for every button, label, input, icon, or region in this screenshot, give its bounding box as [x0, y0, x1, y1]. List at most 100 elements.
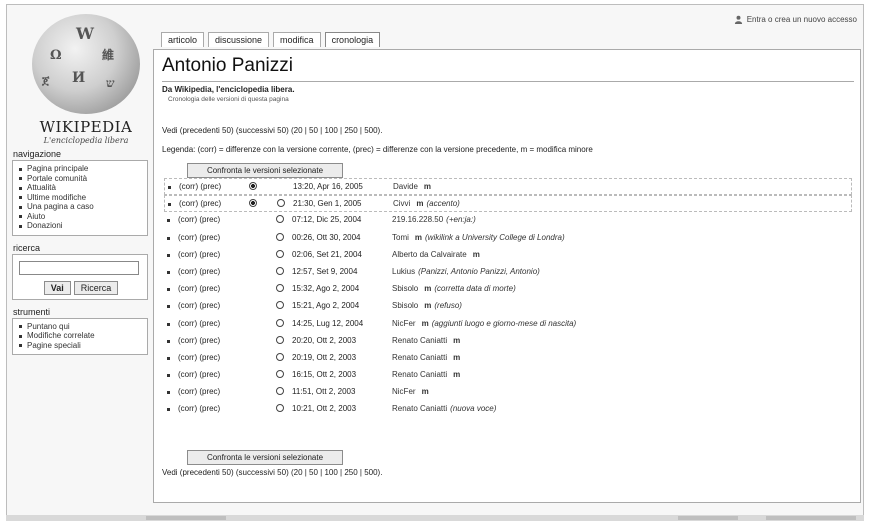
content-area: Antonio Panizzi Da Wikipedia, l'enciclop… — [153, 49, 861, 503]
user-link[interactable]: 219.16.228.50 — [392, 215, 443, 224]
wikipedia-logo[interactable]: W Ω 維 И ጀ ש WIKIPEDIA L'enciclopedia lib… — [12, 6, 160, 146]
revision-date-link[interactable]: 11:51, Ott 2, 2003 — [292, 387, 355, 396]
new-version-radio[interactable] — [276, 266, 284, 275]
sidebar-item-puntano-qui[interactable]: Puntano qui — [19, 322, 143, 332]
logo-glyph: Ω — [50, 48, 62, 63]
tab-discussione[interactable]: discussione — [208, 32, 270, 47]
revision-date-link[interactable]: 20:19, Ott 2, 2003 — [292, 353, 356, 362]
user-link[interactable]: NicFer — [392, 319, 416, 328]
sidebar-item-aiuto[interactable]: Aiuto — [19, 212, 143, 222]
logo-glyph: ጀ — [42, 74, 50, 87]
diff-links[interactable]: (corr) (prec) — [178, 284, 220, 293]
revision-date-link[interactable]: 20:20, Ott 2, 2003 — [292, 336, 356, 345]
new-version-radio[interactable] — [276, 215, 284, 224]
horizontal-scrollbar[interactable] — [6, 515, 864, 521]
revision-user: Davide m — [393, 182, 431, 191]
new-version-radio[interactable] — [277, 199, 285, 208]
new-version-radio[interactable] — [276, 301, 284, 310]
diff-links[interactable]: (corr) (prec) — [178, 336, 220, 345]
revision-date-link[interactable]: 12:57, Set 9, 2004 — [292, 267, 357, 276]
user-link[interactable]: Sbisolo — [392, 284, 418, 293]
old-version-radio[interactable] — [249, 199, 257, 208]
bullet-icon — [167, 374, 170, 378]
revision-user: Renato Caniatti (nuova voce) — [392, 404, 496, 413]
new-version-radio[interactable] — [276, 387, 284, 396]
login-link[interactable]: Entra o crea un nuovo accesso — [734, 15, 857, 24]
user-link[interactable]: Davide — [393, 182, 418, 191]
diff-links[interactable]: (corr) (prec) — [178, 215, 220, 224]
revision-date-link[interactable]: 15:32, Ago 2, 2004 — [292, 284, 359, 293]
go-button[interactable]: Vai — [43, 280, 71, 295]
new-version-radio[interactable] — [276, 232, 284, 241]
user-link[interactable]: Tomi — [392, 233, 409, 242]
compare-versions-button-top[interactable]: Confronta le versioni selezionate — [187, 163, 343, 178]
user-link[interactable]: Renato Caniatti — [392, 353, 447, 362]
sidebar-item-pagina-principale[interactable]: Pagina principale — [19, 164, 143, 174]
revision-date-link[interactable]: 16:15, Ott 2, 2003 — [292, 370, 356, 379]
tab-cronologia[interactable]: cronologia — [324, 32, 381, 47]
user-link[interactable]: Lukius — [392, 267, 415, 276]
user-link[interactable]: Civvi — [393, 199, 410, 208]
sidebar-item-pagina-a-caso[interactable]: Una pagina a caso — [19, 202, 143, 212]
revision-date-link[interactable]: 00:26, Ott 30, 2004 — [292, 233, 361, 242]
revision-date-link[interactable]: 15:21, Ago 2, 2004 — [292, 301, 359, 310]
search-button[interactable]: Ricerca — [73, 280, 119, 295]
diff-links[interactable]: (corr) (prec) — [179, 182, 221, 191]
sidebar-item-pagine-speciali[interactable]: Pagine speciali — [19, 341, 143, 351]
history-pagination-bottom[interactable]: Vedi (precedenti 50) (successivi 50) (20… — [162, 468, 382, 477]
diff-links[interactable]: (corr) (prec) — [178, 404, 220, 413]
diff-links[interactable]: (corr) (prec) — [178, 370, 220, 379]
new-version-radio[interactable] — [276, 284, 284, 293]
revision-date-link[interactable]: 10:21, Ott 2, 2003 — [292, 404, 356, 413]
diff-links[interactable]: (corr) (prec) — [178, 233, 220, 242]
user-link[interactable]: Alberto da Calvairate — [392, 250, 467, 259]
user-link[interactable]: Renato Caniatti — [392, 404, 447, 413]
sidebar-item-attualita[interactable]: Attualità — [19, 183, 143, 193]
minor-edit-flag: m — [453, 370, 461, 380]
search-input[interactable] — [19, 260, 139, 275]
revision-date-link[interactable]: 13:20, Apr 16, 2005 — [293, 182, 363, 191]
revision-date-link[interactable]: 21:30, Gen 1, 2005 — [293, 199, 362, 208]
sidebar-item-portale-comunita[interactable]: Portale comunità — [19, 174, 143, 184]
scrollbar-thumb[interactable] — [146, 516, 226, 520]
user-link[interactable]: Renato Caniatti — [392, 370, 447, 379]
user-link[interactable]: Sbisolo — [392, 301, 418, 310]
search-box: Vai Ricerca — [12, 253, 148, 300]
user-link[interactable]: NicFer — [392, 387, 416, 396]
diff-links[interactable]: (corr) (prec) — [178, 301, 220, 310]
new-version-radio[interactable] — [276, 404, 284, 413]
compare-versions-button-bottom[interactable]: Confronta le versioni selezionate — [187, 450, 343, 465]
history-row: (corr) (prec) 11:51, Ott 2, 2003 NicFer m — [164, 384, 852, 401]
user-icon — [734, 15, 742, 24]
diff-links[interactable]: (corr) (prec) — [178, 353, 220, 362]
new-version-radio[interactable] — [276, 318, 284, 327]
old-version-radio[interactable] — [249, 182, 257, 190]
diff-links[interactable]: (corr) (prec) — [178, 267, 220, 276]
diff-links[interactable]: (corr) (prec) — [178, 250, 220, 259]
tab-articolo[interactable]: articolo — [161, 32, 205, 47]
new-version-radio[interactable] — [276, 352, 284, 361]
revision-date-link[interactable]: 02:06, Set 21, 2004 — [292, 250, 362, 259]
new-version-radio[interactable] — [276, 370, 284, 379]
bullet-icon — [168, 186, 171, 189]
revision-date-link[interactable]: 07:12, Dic 25, 2004 — [292, 215, 361, 224]
tab-modifica[interactable]: modifica — [273, 32, 321, 47]
revision-date-link[interactable]: 14:25, Lug 12, 2004 — [292, 319, 363, 328]
new-version-radio[interactable] — [276, 249, 284, 258]
sidebar-item-donazioni[interactable]: Donazioni — [19, 221, 143, 231]
sidebar-item-modifiche-correlate[interactable]: Modifiche correlate — [19, 331, 143, 341]
sidebar-item-ultime-modifiche[interactable]: Ultime modifiche — [19, 193, 143, 203]
history-list: (corr) (prec) 13:20, Apr 16, 2005 Davide m(… — [164, 178, 852, 419]
diff-links[interactable]: (corr) (prec) — [178, 387, 220, 396]
diff-links[interactable]: (corr) (prec) — [179, 199, 221, 208]
user-link[interactable]: Renato Caniatti — [392, 336, 447, 345]
minor-edit-flag: m — [424, 301, 432, 311]
site-subtitle: Da Wikipedia, l'enciclopedia libera. — [162, 85, 295, 94]
bullet-icon — [167, 288, 170, 292]
history-pagination-top[interactable]: Vedi (precedenti 50) (successivi 50) (20… — [162, 126, 382, 135]
revision-user: Renato Caniatti m — [392, 336, 460, 345]
logo-tagline: L'enciclopedia libera — [43, 136, 129, 145]
diff-links[interactable]: (corr) (prec) — [178, 319, 220, 328]
new-version-radio[interactable] — [276, 335, 284, 344]
history-row: (corr) (prec) 10:21, Ott 2, 2003 Renato Ca… — [164, 401, 852, 418]
